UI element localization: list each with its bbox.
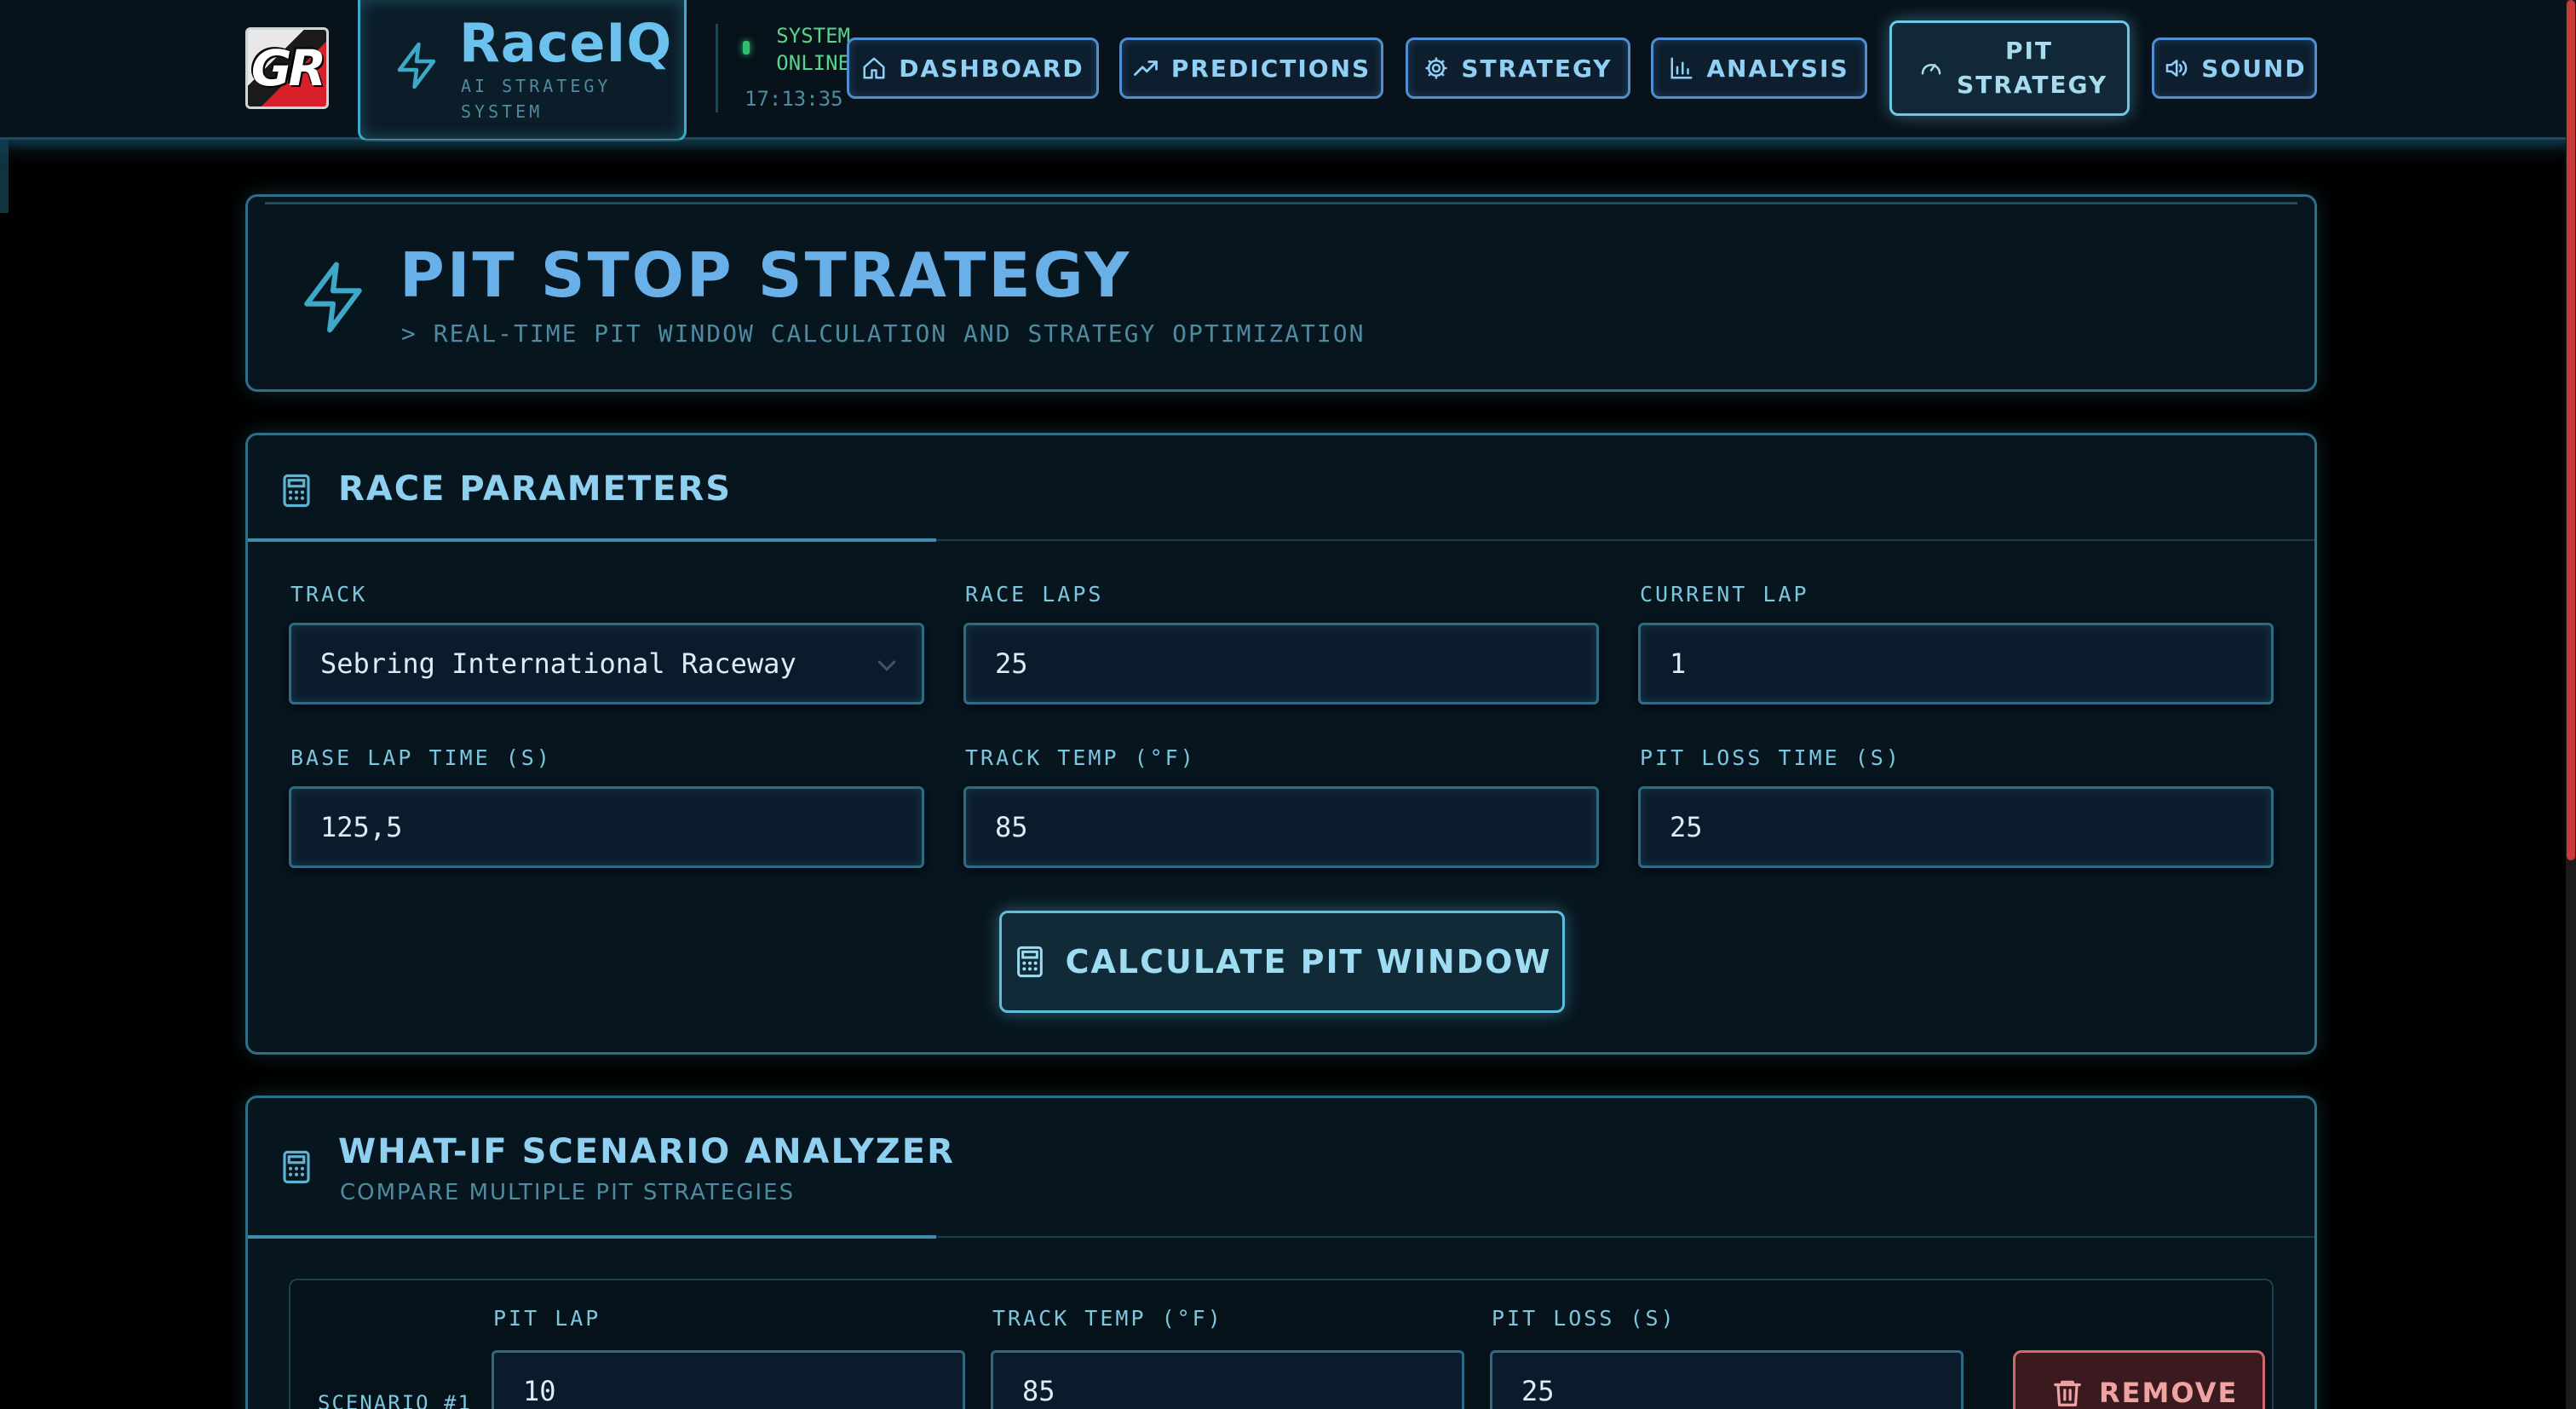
calculator-icon (283, 1150, 310, 1184)
scenario-pit-loss-value: 25 (1521, 1375, 1555, 1407)
section-underline (248, 1235, 936, 1239)
nav-dashboard-label: DASHBOARD (899, 54, 1084, 83)
calculator-icon (1016, 946, 1043, 978)
panel-accent-line (265, 202, 2297, 204)
header-glow (0, 140, 2576, 152)
scenario-pit-loss-input[interactable]: 25 (1490, 1350, 1964, 1409)
nav-sound[interactable]: SOUND (2152, 37, 2317, 99)
nav-sound-label: SOUND (2201, 54, 2307, 83)
scrollbar[interactable] (2566, 0, 2576, 1409)
race-parameters-panel: RACE PARAMETERS TRACK Sebring Internatio… (245, 433, 2317, 1055)
what-if-header: WHAT-IF SCENARIO ANALYZER COMPARE MULTIP… (248, 1098, 2314, 1239)
calculate-button-label: CALCULATE PIT WINDOW (1065, 943, 1552, 981)
calculate-pit-window-button[interactable]: CALCULATE PIT WINDOW (999, 911, 1565, 1013)
chevron-down-icon (877, 660, 896, 671)
gr-logo[interactable]: GR (245, 27, 329, 109)
pit-lap-label: PIT LAP (493, 1306, 601, 1331)
track-select-value: Sebring International Raceway (320, 647, 796, 680)
track-temp-value: 85 (995, 811, 1028, 843)
current-lap-value: 1 (1670, 647, 1687, 680)
page-subtitle: > REAL-TIME PIT WINDOW CALCULATION AND S… (401, 319, 1366, 348)
bolt-icon (397, 42, 436, 89)
header-divider (716, 24, 718, 112)
track-label: TRACK (290, 582, 368, 607)
calculator-icon (283, 474, 310, 508)
scenario-track-temp-label: TRACK TEMP (°F) (992, 1306, 1223, 1331)
scenario-card: SCENARIO #1 PIT LAP 10 TRACK TEMP (°F) 8… (289, 1279, 2274, 1409)
nav-predictions-label: PREDICTIONS (1170, 54, 1371, 83)
pit-lap-value: 10 (523, 1375, 556, 1407)
nav-analysis-label: ANALYSIS (1706, 54, 1849, 83)
pit-loss-time-label: PIT LOSS TIME (S) (1640, 745, 1901, 770)
top-header: GR RaceIQ AI STRATEGY SYSTEM SYSTEM ONLI… (0, 0, 2576, 141)
clock-time: 17:13:35 (745, 87, 843, 111)
current-lap-label: CURRENT LAP (1640, 582, 1809, 607)
nav-predictions[interactable]: PREDICTIONS (1119, 37, 1383, 99)
gauge-icon (1921, 64, 1941, 75)
track-select[interactable]: Sebring International Raceway (289, 623, 924, 704)
bar-chart-icon (1670, 57, 1693, 79)
hero-panel: PIT STOP STRATEGY > REAL-TIME PIT WINDOW… (245, 194, 2317, 392)
scenario-track-temp-value: 85 (1022, 1375, 1055, 1407)
nav-strategy[interactable]: STRATEGY (1406, 37, 1630, 99)
race-laps-input[interactable]: 25 (963, 623, 1599, 704)
nav-analysis[interactable]: ANALYSIS (1651, 37, 1867, 99)
speaker-icon (2166, 60, 2188, 77)
trash-icon (2054, 1380, 2081, 1406)
trending-up-icon (1133, 60, 1158, 76)
nav-pit-strategy[interactable]: PIT STRATEGY (1889, 20, 2130, 116)
pit-loss-time-input[interactable]: 25 (1638, 786, 2274, 868)
track-temp-input[interactable]: 85 (963, 786, 1599, 868)
base-lap-time-input[interactable]: 125,5 (289, 786, 924, 868)
nav-pit-strategy-label: PIT STRATEGY (1957, 37, 2108, 99)
page-title: PIT STOP STRATEGY (400, 239, 1132, 311)
nav-strategy-label: STRATEGY (1461, 54, 1613, 83)
status-indicator-icon (743, 41, 750, 55)
brand-subtitle: AI STRATEGY SYSTEM (461, 76, 612, 122)
scrollbar-thumb[interactable] (2567, 0, 2575, 860)
status-text: SYSTEM ONLINE (776, 24, 850, 75)
base-lap-time-label: BASE LAP TIME (S) (290, 745, 552, 770)
remove-button-label: REMOVE (2099, 1377, 2239, 1409)
pit-loss-time-value: 25 (1670, 811, 1703, 843)
what-if-panel: WHAT-IF SCENARIO ANALYZER COMPARE MULTIP… (245, 1096, 2317, 1409)
gear-icon (1425, 57, 1447, 79)
base-lap-time-value: 125,5 (320, 811, 403, 843)
nav-dashboard[interactable]: DASHBOARD (847, 37, 1099, 99)
race-laps-value: 25 (995, 647, 1028, 680)
brand-block[interactable]: RaceIQ AI STRATEGY SYSTEM (358, 0, 687, 141)
race-laps-label: RACE LAPS (965, 582, 1104, 607)
scenario-track-temp-input[interactable]: 85 (991, 1350, 1464, 1409)
gr-logo-text: GR (250, 39, 326, 97)
race-parameters-header: RACE PARAMETERS (248, 435, 2314, 542)
section-underline (248, 538, 936, 542)
scenario-pit-loss-label: PIT LOSS (S) (1492, 1306, 1676, 1331)
section-title: WHAT-IF SCENARIO ANALYZER (338, 1132, 955, 1171)
bolt-icon (304, 262, 362, 333)
section-title: RACE PARAMETERS (338, 469, 733, 509)
home-icon (863, 57, 885, 79)
track-temp-label: TRACK TEMP (°F) (965, 745, 1196, 770)
current-lap-input[interactable]: 1 (1638, 623, 2274, 704)
section-subtitle: COMPARE MULTIPLE PIT STRATEGIES (340, 1180, 796, 1205)
brand-name: RaceIQ (459, 12, 673, 74)
pit-lap-input[interactable]: 10 (492, 1350, 965, 1409)
scenario-name: SCENARIO #1 (318, 1391, 472, 1409)
remove-scenario-button[interactable]: REMOVE (2013, 1350, 2265, 1409)
